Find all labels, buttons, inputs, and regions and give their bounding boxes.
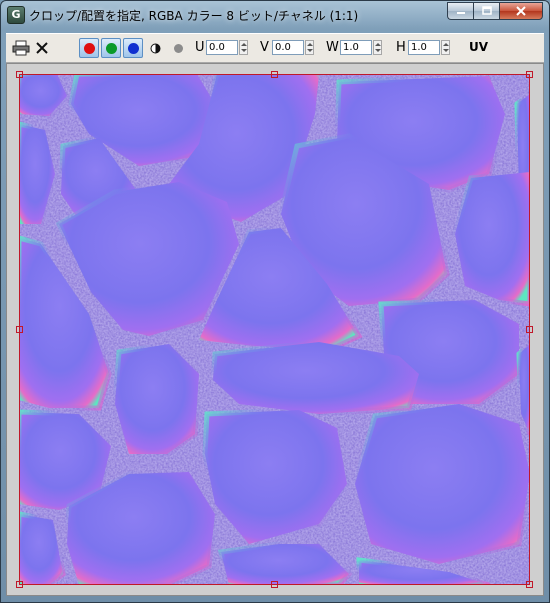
red-dot-icon [83, 42, 95, 54]
v-input[interactable]: 0.0 [272, 40, 304, 55]
alpha-icon [150, 43, 160, 53]
uv-label[interactable]: UV [469, 40, 488, 54]
alpha-toggle[interactable] [147, 38, 163, 58]
render-view [6, 63, 544, 596]
w-input[interactable]: 1.0 [340, 40, 372, 55]
close-x-icon [36, 42, 48, 54]
print-button[interactable] [11, 38, 31, 58]
title-bar[interactable]: G クロップ/配置を指定, RGBA カラー 8 ビット/チャネル (1:1) [1, 1, 549, 29]
crop-handle-top-left[interactable] [16, 71, 23, 78]
h-input[interactable]: 1.0 [408, 40, 440, 55]
crop-handle-bottom-left[interactable] [16, 581, 23, 588]
h-label: H [396, 40, 406, 55]
close-button[interactable] [499, 2, 543, 20]
w-spinner[interactable] [373, 40, 382, 55]
crop-handle-top[interactable] [271, 71, 278, 78]
minimize-icon [456, 12, 465, 14]
crop-handle-top-right[interactable] [526, 71, 533, 78]
v-label: V [260, 40, 269, 55]
w-label: W [326, 40, 339, 55]
close-icon [516, 6, 526, 16]
green-channel-toggle[interactable] [101, 38, 121, 58]
blue-dot-icon [127, 42, 139, 54]
maximize-icon [481, 6, 492, 15]
u-input[interactable]: 0.0 [206, 40, 238, 55]
mono-toggle[interactable] [170, 38, 186, 58]
minimize-button[interactable] [447, 2, 473, 20]
red-channel-toggle[interactable] [79, 38, 99, 58]
crop-handle-bottom[interactable] [271, 581, 278, 588]
window-title: クロップ/配置を指定, RGBA カラー 8 ビット/チャネル (1:1) [29, 9, 359, 23]
crop-region[interactable] [16, 71, 533, 588]
v-spinner[interactable] [305, 40, 314, 55]
maximize-button[interactable] [473, 2, 499, 20]
clear-button[interactable] [33, 38, 51, 58]
crop-handle-bottom-right[interactable] [526, 581, 533, 588]
toolbar: U 0.0 V 0.0 W 1.0 H 1.0 UV [6, 33, 544, 63]
u-label: U [195, 40, 205, 55]
render-window: G クロップ/配置を指定, RGBA カラー 8 ビット/チャネル (1:1) [0, 0, 550, 603]
crop-handle-left[interactable] [16, 326, 23, 333]
crop-handle-right[interactable] [526, 326, 533, 333]
app-icon[interactable]: G [7, 6, 25, 24]
h-spinner[interactable] [441, 40, 450, 55]
caption-buttons [447, 2, 543, 20]
green-dot-icon [105, 42, 117, 54]
mono-icon [173, 43, 183, 53]
blue-channel-toggle[interactable] [123, 38, 143, 58]
print-icon [12, 40, 30, 56]
u-spinner[interactable] [239, 40, 248, 55]
